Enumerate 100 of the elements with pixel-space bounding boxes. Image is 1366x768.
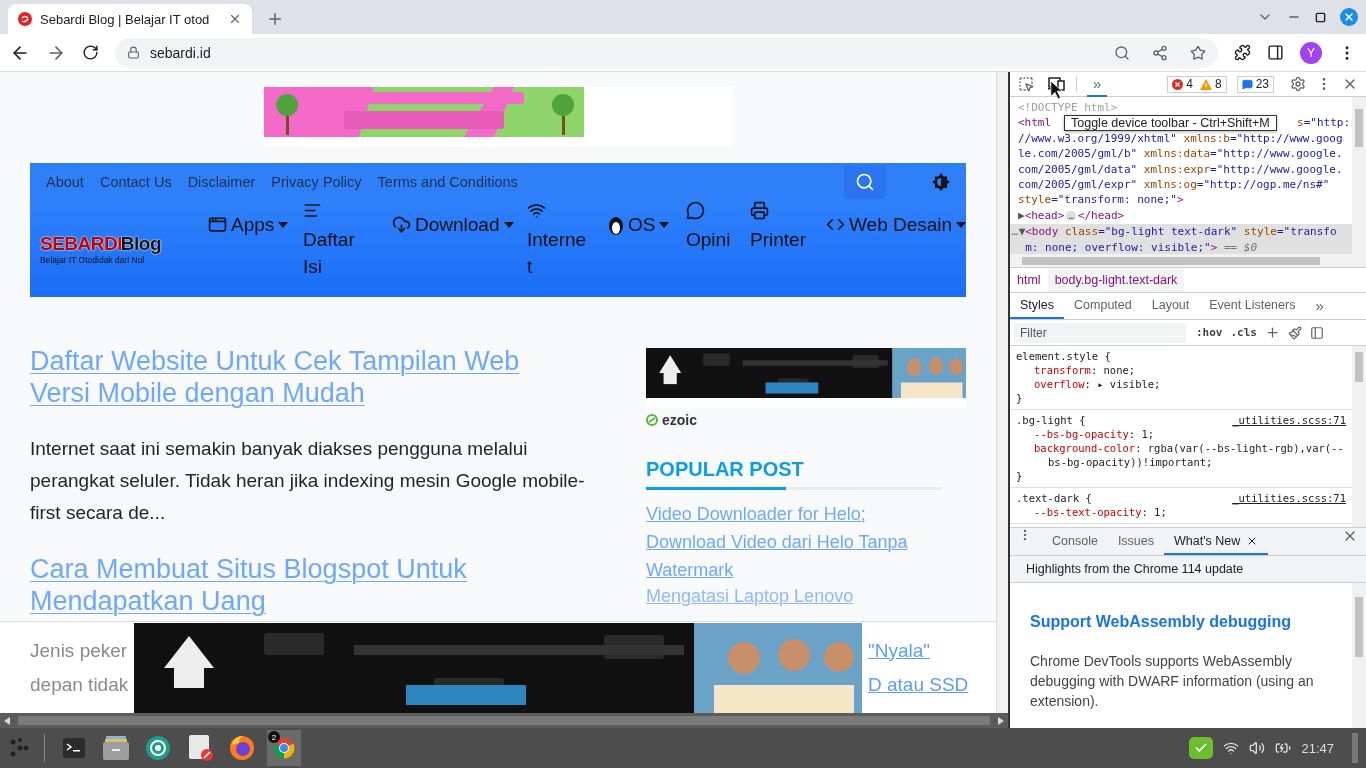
- scrollbar[interactable]: [1010, 254, 1366, 267]
- wifi-icon[interactable]: [1223, 740, 1240, 756]
- inspect-icon[interactable]: [1018, 76, 1034, 92]
- declaration[interactable]: --bs-bg-opacity: 1;: [1016, 427, 1346, 441]
- fox-globe-icon: [229, 735, 255, 761]
- code-line[interactable]: com/2005/gml/expr" xmlns:og="http://ogp.me/ns#": [1010, 177, 1352, 193]
- aperture-icon: [146, 736, 170, 760]
- battery-icon[interactable]: [1275, 740, 1292, 756]
- drawer-tab[interactable]: Console: [1042, 528, 1108, 555]
- volume-icon[interactable]: [1249, 740, 1266, 756]
- cloud-download-icon: [392, 215, 411, 234]
- drawer-tab[interactable]: Issues: [1107, 528, 1164, 555]
- menu-link[interactable]: OS: [608, 201, 686, 242]
- nav-link[interactable]: Contact Us: [99, 174, 172, 190]
- breadcrumb[interactable]: body.bg-light.text-dark: [1047, 268, 1185, 292]
- nav-link[interactable]: Terms and Conditions: [377, 174, 518, 190]
- source-link[interactable]: _utilities.scss:71: [1232, 413, 1346, 427]
- bookmark-button[interactable]: [1190, 44, 1206, 61]
- site-logo[interactable]: SEBARDIBlog Belajar IT Otodidak dari Nol: [40, 201, 208, 297]
- declaration[interactable]: transform: none;: [1016, 363, 1346, 377]
- url-text: sebardi.id: [150, 44, 212, 61]
- notification-badge: 2: [268, 731, 280, 743]
- window-icon: [208, 215, 227, 234]
- breadcrumb[interactable]: html: [1010, 268, 1048, 292]
- rule-selector: .text-dark {: [1016, 491, 1092, 505]
- menu-link[interactable]: Opini: [686, 224, 746, 253]
- code-line[interactable]: ▶<head> … </head>: [1010, 207, 1352, 225]
- taskbar-app-button[interactable]: 2: [267, 730, 301, 766]
- nav-link[interactable]: About: [46, 174, 84, 190]
- browser-tab[interactable]: Sebardi Blog | Belajar IT otod: [8, 4, 252, 34]
- error-icon: [1172, 78, 1184, 90]
- clock[interactable]: 21:47: [1301, 740, 1334, 756]
- menu-link[interactable]: Apps: [208, 201, 303, 241]
- reload-button[interactable]: [82, 44, 99, 61]
- menu-link[interactable]: Web Desain: [826, 201, 966, 241]
- filter-field[interactable]: Filter: [1014, 322, 1186, 343]
- chat-icon: [686, 201, 705, 220]
- printer-icon: [750, 201, 769, 220]
- close-tab-button[interactable]: [228, 12, 242, 26]
- search-button[interactable]: [1114, 44, 1130, 61]
- close-button[interactable]: [1340, 8, 1358, 26]
- code-line[interactable]: le.com/2005/gml/b" xmlns:data="http://www.google.: [1010, 146, 1352, 162]
- sidebar-heading: POPULAR POST: [646, 458, 942, 490]
- document-icon: [187, 735, 213, 761]
- device-toolbar-icon[interactable]: [1048, 77, 1066, 91]
- extensions-button[interactable]: [1234, 44, 1251, 61]
- search-button[interactable]: [844, 165, 886, 199]
- panel-tab[interactable]: Layout: [1141, 293, 1200, 319]
- class-button[interactable]: .cls: [1230, 326, 1257, 339]
- scroll-left-arrow-icon[interactable]: [4, 716, 10, 725]
- menu-link[interactable]: Download: [392, 201, 527, 241]
- code-line[interactable]: //www.w3.org/1999/xhtml" xmlns:b="http://www.goog: [1010, 130, 1352, 147]
- message-icon: [1241, 78, 1253, 90]
- add-rule-button[interactable]: [1265, 325, 1280, 340]
- panel-tab[interactable]: Styles: [1010, 293, 1065, 319]
- terminal-icon: [63, 738, 85, 758]
- declaration[interactable]: overflow: ▸ visible;: [1016, 377, 1346, 391]
- theme-toggle-icon[interactable]: [932, 173, 950, 191]
- more-tabs-button[interactable]: »: [1305, 293, 1334, 319]
- settings-button[interactable]: [1290, 76, 1306, 92]
- scrollbar[interactable]: [1352, 583, 1366, 728]
- faded-text: depan tidak: [30, 673, 130, 696]
- scrollbar[interactable]: [0, 713, 1008, 728]
- maximize-button[interactable]: [1315, 11, 1326, 23]
- side-panel-button[interactable]: [1267, 44, 1284, 61]
- nav-link[interactable]: Privacy Policy: [271, 174, 362, 190]
- declaration[interactable]: --bs-text-opacity: 1;: [1016, 505, 1346, 519]
- profile-avatar[interactable]: Y: [1300, 41, 1322, 64]
- new-tab-button[interactable]: [266, 10, 284, 28]
- code-line[interactable]: com/2005/gml/data" xmlns:expr="http://www.google.: [1010, 161, 1352, 178]
- ad-network-label: ezoic: [662, 412, 697, 428]
- message-counter[interactable]: 23: [1236, 75, 1274, 93]
- scrollbar[interactable]: [996, 72, 1008, 713]
- check-badge-icon[interactable]: [1189, 737, 1214, 759]
- panel-tab[interactable]: Event Listeners: [1199, 293, 1306, 319]
- issue-counter[interactable]: 4 8: [1167, 75, 1227, 93]
- scrollbar[interactable]: [1352, 97, 1366, 254]
- paint-icon[interactable]: [1288, 325, 1302, 340]
- menu-link[interactable]: Internet: [527, 224, 589, 280]
- feature-description: Chrome DevTools supports WebAssembly debugging with DWARF information (using an extension).: [1030, 652, 1315, 711]
- caret-icon: [503, 221, 514, 228]
- panel-tab[interactable]: Computed: [1064, 293, 1142, 319]
- more-panels-button[interactable]: »: [1087, 71, 1108, 97]
- nav-link[interactable]: Disclaimer: [187, 174, 256, 190]
- menu-link[interactable]: Daftar Isi: [303, 224, 379, 280]
- taskbar-handle[interactable]: [1352, 733, 1358, 763]
- scroll-right-arrow-icon[interactable]: [998, 716, 1004, 725]
- tooltip: Toggle device toolbar - Ctrl+Shift+M: [1064, 115, 1277, 131]
- share-button[interactable]: [1152, 44, 1168, 61]
- declaration[interactable]: background-color: rgba(var(--bs-light-rgb),var(--bs-bg-opacity))!important;: [1016, 441, 1346, 469]
- menu-link[interactable]: Printer: [750, 224, 820, 253]
- scrollbar[interactable]: [1352, 346, 1366, 527]
- feature-title[interactable]: Support WebAssembly debugging: [1030, 613, 1334, 631]
- source-link[interactable]: _utilities.scss:71: [1232, 491, 1346, 505]
- code-line[interactable]: style="transform: none;">: [1010, 192, 1352, 208]
- sidebar-toggle-icon[interactable]: [1310, 325, 1324, 340]
- warning-icon: [1199, 78, 1212, 90]
- address-bar[interactable]: sebardi.id: [115, 37, 1218, 68]
- ad-banner[interactable]: [646, 348, 966, 408]
- hover-state-button[interactable]: :hov: [1196, 326, 1223, 339]
